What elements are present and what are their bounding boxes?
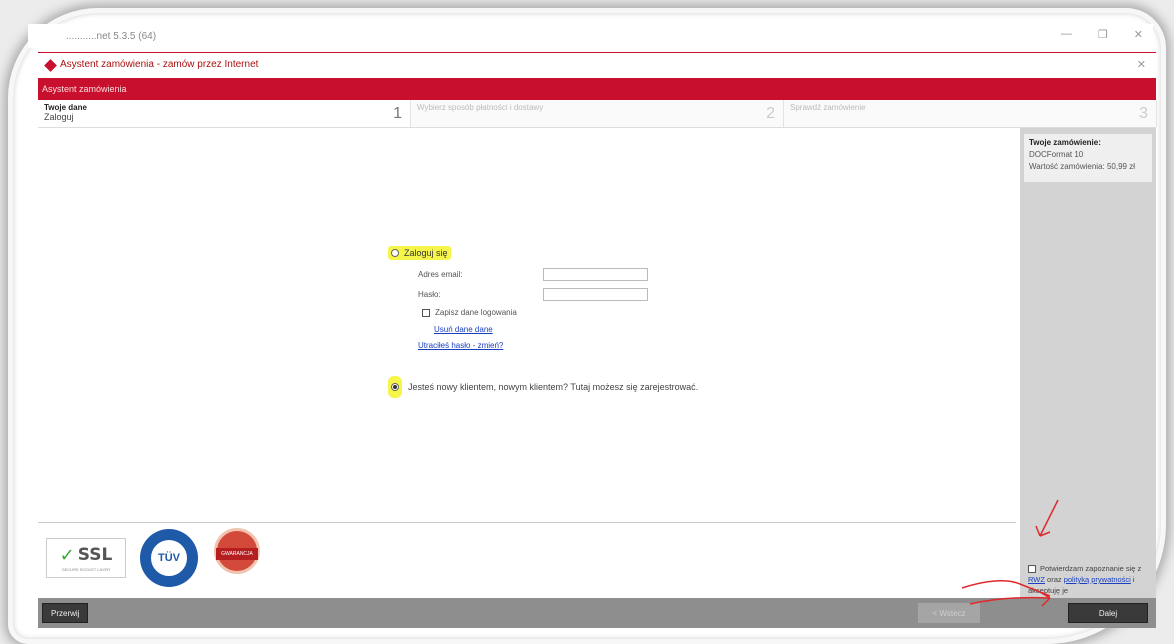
cancel-button[interactable]: Przerwij xyxy=(42,603,89,623)
email-label: Adres email: xyxy=(418,270,463,279)
divider xyxy=(38,522,1016,523)
password-field[interactable] xyxy=(543,288,648,301)
remember-row[interactable]: Zapisz dane logowania xyxy=(422,308,517,317)
email-field-row: Adres email: xyxy=(418,268,688,281)
forgot-password-link[interactable]: Utraciłeś hasło - zmień? xyxy=(418,341,503,350)
step-1[interactable]: Twoje dane Zaloguj 1 xyxy=(38,100,411,127)
new-client-radio[interactable] xyxy=(391,383,399,391)
order-value-row: Wartość zamówienia: 50,99 zł xyxy=(1029,162,1147,171)
app-title: ...........net 5.3.5 (64) xyxy=(66,30,157,42)
step-number: 2 xyxy=(766,105,775,122)
award-badge: GWARANCJA xyxy=(212,528,262,588)
login-radio-label: Zaloguj się xyxy=(404,248,448,258)
next-button[interactable]: Dalej xyxy=(1068,603,1148,623)
highlight: Zaloguj się xyxy=(388,246,451,260)
wizard-title: Asystent zamówienia xyxy=(42,84,127,94)
tuv-text: TÜV xyxy=(149,538,189,578)
terms-text-mid: oraz xyxy=(1044,575,1064,584)
app-titlebar: ...........net 5.3.5 (64) — ❐ ✕ xyxy=(28,24,1153,48)
remember-label: Zapisz dane logowania xyxy=(435,308,517,317)
order-product: DOCFormat 10 xyxy=(1029,150,1084,159)
new-client-option[interactable]: Jesteś nowy klientem, nowym klientem? Tu… xyxy=(388,376,698,398)
step-subtitle: Zaloguj xyxy=(44,112,74,122)
check-icon: ✓ xyxy=(59,544,75,566)
wizard-header: Asystent zamówienia xyxy=(38,78,1156,100)
window-controls: — ❐ ✕ xyxy=(1061,28,1143,41)
footer-bar: Przerwij < Wstecz Dalej xyxy=(38,598,1156,628)
order-title: Twoje zamówienie: xyxy=(1029,138,1101,147)
terms-link-privacy[interactable]: polityką prywatności xyxy=(1064,575,1131,584)
ssl-text: SSL xyxy=(77,545,113,565)
dialog-close-icon[interactable]: ✕ xyxy=(1137,58,1146,71)
app-logo-icon xyxy=(44,59,57,72)
remember-checkbox[interactable] xyxy=(422,308,430,317)
dialog-title: Asystent zamówienia - zamów przez Intern… xyxy=(60,59,259,70)
ssl-subtext: SECURE SOCKET LAYER xyxy=(61,566,111,572)
highlight xyxy=(388,376,402,398)
award-text: GWARANCJA xyxy=(216,548,258,560)
forget-data-link[interactable]: Usuń dane dane xyxy=(434,325,493,334)
order-value-label: Wartość zamówienia: xyxy=(1029,162,1105,171)
tuv-badge: TÜV xyxy=(140,529,198,587)
login-option[interactable]: Zaloguj się xyxy=(388,246,451,260)
step-title: Sprawdź zamówienie xyxy=(790,103,866,112)
back-button[interactable]: < Wstecz xyxy=(918,603,980,623)
close-icon[interactable]: ✕ xyxy=(1134,28,1143,41)
ssl-badge-main: ✓ SSL xyxy=(60,545,113,566)
step-2[interactable]: Wybierz sposób płatności i dostawy 2 xyxy=(411,100,784,127)
trust-badges: ✓ SSL SECURE SOCKET LAYER TÜV GWARANCJA xyxy=(46,528,262,588)
step-number: 3 xyxy=(1139,105,1148,122)
new-client-label: Jesteś nowy klientem, nowym klientem? Tu… xyxy=(408,382,699,392)
login-radio[interactable] xyxy=(391,249,399,257)
order-value: 50,99 zł xyxy=(1106,162,1135,171)
password-field-row: Hasło: xyxy=(418,288,688,301)
step-title: Twoje dane xyxy=(44,103,87,112)
step-number: 1 xyxy=(393,105,402,122)
maximize-icon[interactable]: ❐ xyxy=(1098,28,1108,41)
terms-link-rwz[interactable]: RWZ xyxy=(1028,575,1045,584)
minimize-icon[interactable]: — xyxy=(1061,28,1072,41)
terms-consent: Potwierdzam zapoznanie się z RWZ oraz po… xyxy=(1028,563,1152,596)
password-label: Hasło: xyxy=(418,290,441,299)
order-summary: Twoje zamówienie: DOCFormat 10 Wartość z… xyxy=(1024,134,1152,182)
forgot-password-link-wrap: Utraciłeś hasło - zmień? xyxy=(418,340,503,350)
terms-text: Potwierdzam zapoznanie się z xyxy=(1040,564,1142,573)
wizard-steps: Twoje dane Zaloguj 1 Wybierz sposób płat… xyxy=(38,100,1157,128)
ssl-badge: ✓ SSL SECURE SOCKET LAYER xyxy=(46,538,126,578)
main-panel: Zaloguj się Adres email: Hasło: Zapisz d… xyxy=(38,128,1018,598)
step-3[interactable]: Sprawdź zamówienie 3 xyxy=(784,100,1157,127)
dialog-titlebar: Asystent zamówienia - zamów przez Intern… xyxy=(38,52,1156,76)
order-sidebar: Twoje zamówienie: DOCFormat 10 Wartość z… xyxy=(1020,128,1156,598)
terms-checkbox[interactable] xyxy=(1028,565,1036,574)
forget-data-link-wrap: Usuń dane dane xyxy=(434,324,493,334)
step-title: Wybierz sposób płatności i dostawy xyxy=(417,103,544,112)
email-field[interactable] xyxy=(543,268,648,281)
